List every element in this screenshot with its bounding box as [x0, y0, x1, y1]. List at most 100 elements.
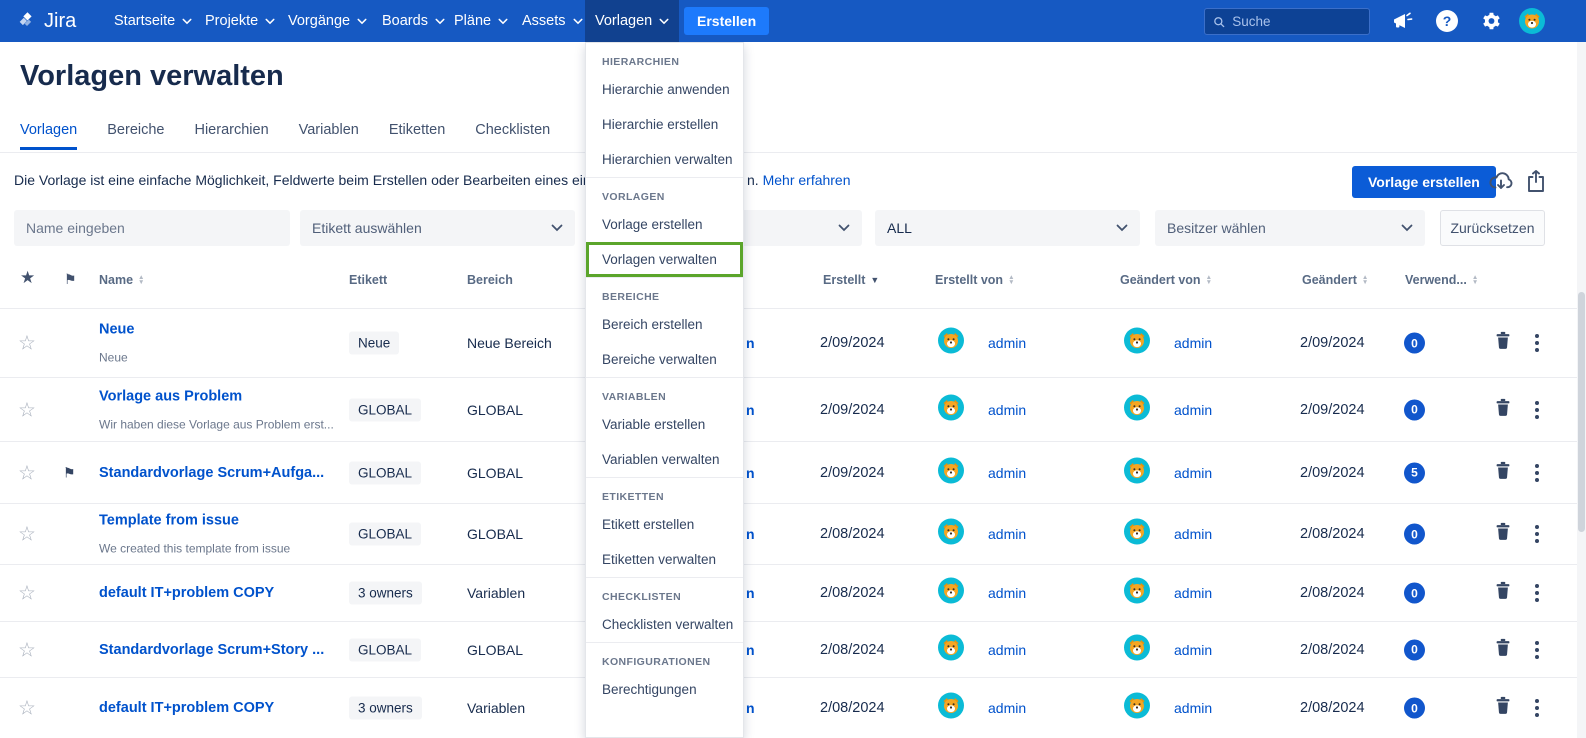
template-name-link[interactable]: default IT+problem COPY [99, 585, 274, 601]
nav-item-boards[interactable]: Boards [372, 0, 455, 42]
star-icon[interactable]: ☆ [18, 696, 36, 721]
created-by-link[interactable]: admin [988, 465, 1026, 481]
import-cloud-icon[interactable] [1488, 170, 1512, 194]
modified-by-link[interactable]: admin [1174, 402, 1212, 418]
export-share-icon[interactable] [1524, 170, 1548, 194]
jira-logo[interactable]: Jira [16, 0, 76, 42]
nav-item-startseite[interactable]: Startseite [104, 0, 202, 42]
modified-by-link[interactable]: admin [1174, 335, 1212, 351]
template-name-link[interactable]: Template from issue [99, 513, 290, 529]
owner-filter-select[interactable]: Besitzer wählen [1155, 210, 1425, 246]
modified-by-link[interactable]: admin [1174, 465, 1212, 481]
nav-item-pl-ne[interactable]: Pläne [444, 0, 518, 42]
user-avatar[interactable] [1519, 8, 1545, 39]
template-name-link[interactable]: Standardvorlage Scrum+Aufga... [99, 465, 324, 481]
scope-filter-select[interactable]: ALL [875, 210, 1140, 246]
delete-icon[interactable] [1494, 460, 1512, 485]
column-header-verwend[interactable]: Verwend... ▲▼ [1405, 273, 1478, 287]
settings-gear-icon[interactable] [1478, 9, 1502, 33]
star-icon[interactable]: ☆ [18, 460, 36, 485]
column-header-erstellt-von[interactable]: Erstellt von ▲▼ [935, 273, 1015, 287]
tab-variablen[interactable]: Variablen [299, 122, 359, 150]
project-link-fragment[interactable]: n [746, 526, 755, 542]
tab-etiketten[interactable]: Etiketten [389, 122, 445, 150]
modified-by-link[interactable]: admin [1174, 526, 1212, 542]
nav-item-assets[interactable]: Assets [512, 0, 593, 42]
star-icon[interactable]: ☆ [18, 522, 36, 547]
reset-filters-button[interactable]: Zurücksetzen [1440, 210, 1545, 246]
created-by-link[interactable]: admin [988, 335, 1026, 351]
menu-item-hierarchie-erstellen[interactable]: Hierarchie erstellen [586, 107, 743, 142]
template-name-link[interactable]: Standardvorlage Scrum+Story ... [99, 642, 324, 658]
nav-item-vorlagen[interactable]: Vorlagen [585, 0, 679, 42]
menu-item-etiketten-verwalten[interactable]: Etiketten verwalten [586, 542, 743, 577]
menu-item-variablen-verwalten[interactable]: Variablen verwalten [586, 442, 743, 477]
more-actions-icon[interactable] [1531, 637, 1543, 663]
search-box[interactable] [1204, 8, 1370, 35]
menu-item-hierarchie-anwenden[interactable]: Hierarchie anwenden [586, 72, 743, 107]
nav-item-vorg-nge[interactable]: Vorgänge [278, 0, 377, 42]
project-link-fragment[interactable]: n [746, 402, 755, 418]
column-header-ge-ndert[interactable]: Geändert ▲▼ [1302, 273, 1368, 287]
label-filter-select[interactable]: Etikett auswählen [300, 210, 575, 246]
menu-item-variable-erstellen[interactable]: Variable erstellen [586, 407, 743, 442]
create-template-button[interactable]: Vorlage erstellen [1352, 166, 1496, 198]
project-link-fragment[interactable]: n [746, 585, 755, 601]
created-by-link[interactable]: admin [988, 700, 1026, 716]
modified-by-link[interactable]: admin [1174, 700, 1212, 716]
column-header-ge-ndert-von[interactable]: Geändert von ▲▼ [1120, 273, 1212, 287]
menu-item-vorlage-erstellen[interactable]: Vorlage erstellen [586, 207, 743, 242]
more-actions-icon[interactable] [1531, 695, 1543, 721]
column-header-name[interactable]: Name ▲▼ [99, 273, 144, 287]
scrollbar-thumb[interactable] [1578, 292, 1585, 532]
created-by-link[interactable]: admin [988, 402, 1026, 418]
modified-by-link[interactable]: admin [1174, 642, 1212, 658]
nav-item-projekte[interactable]: Projekte [195, 0, 285, 42]
more-actions-icon[interactable] [1531, 521, 1543, 547]
star-icon[interactable]: ☆ [18, 581, 36, 606]
menu-item-vorlagen-verwalten[interactable]: Vorlagen verwalten [586, 242, 743, 277]
announcements-icon[interactable] [1390, 9, 1414, 33]
delete-icon[interactable] [1494, 696, 1512, 721]
project-link-fragment[interactable]: n [746, 465, 755, 481]
star-icon[interactable]: ☆ [18, 331, 36, 356]
create-button[interactable]: Erstellen [684, 7, 769, 35]
project-link-fragment[interactable]: n [746, 700, 755, 716]
project-link-fragment[interactable]: n [746, 335, 755, 351]
more-actions-icon[interactable] [1531, 330, 1543, 356]
menu-item-checklisten-verwalten[interactable]: Checklisten verwalten [586, 607, 743, 642]
project-link-fragment[interactable]: n [746, 642, 755, 658]
created-by-link[interactable]: admin [988, 642, 1026, 658]
delete-icon[interactable] [1494, 397, 1512, 422]
tab-checklisten[interactable]: Checklisten [475, 122, 550, 150]
tab-vorlagen[interactable]: Vorlagen [20, 122, 77, 150]
star-icon[interactable]: ☆ [18, 397, 36, 422]
menu-item-hierarchien-verwalten[interactable]: Hierarchien verwalten [586, 142, 743, 177]
star-icon[interactable]: ☆ [18, 637, 36, 662]
tab-hierarchien[interactable]: Hierarchien [194, 122, 268, 150]
menu-item-etikett-erstellen[interactable]: Etikett erstellen [586, 507, 743, 542]
column-header-erstellt[interactable]: Erstellt ▼ [823, 273, 879, 287]
more-actions-icon[interactable] [1531, 460, 1543, 486]
created-by-link[interactable]: admin [988, 526, 1026, 542]
name-filter-input[interactable] [26, 220, 278, 236]
more-actions-icon[interactable] [1531, 397, 1543, 423]
search-input[interactable] [1232, 14, 1361, 29]
delete-icon[interactable] [1494, 331, 1512, 356]
more-actions-icon[interactable] [1531, 580, 1543, 606]
menu-item-bereich-erstellen[interactable]: Bereich erstellen [586, 307, 743, 342]
learn-more-link[interactable]: Mehr erfahren [763, 172, 851, 188]
tab-bereiche[interactable]: Bereiche [107, 122, 164, 150]
template-name-link[interactable]: Neue [99, 322, 134, 338]
template-name-link[interactable]: default IT+problem COPY [99, 700, 274, 716]
delete-icon[interactable] [1494, 637, 1512, 662]
modified-by-link[interactable]: admin [1174, 585, 1212, 601]
created-by-link[interactable]: admin [988, 585, 1026, 601]
template-name-link[interactable]: Vorlage aus Problem [99, 388, 334, 404]
help-icon[interactable]: ? [1435, 9, 1459, 33]
menu-item-bereiche-verwalten[interactable]: Bereiche verwalten [586, 342, 743, 377]
name-filter[interactable] [14, 210, 290, 246]
delete-icon[interactable] [1494, 581, 1512, 606]
delete-icon[interactable] [1494, 522, 1512, 547]
menu-item-berechtigungen[interactable]: Berechtigungen [586, 672, 743, 707]
